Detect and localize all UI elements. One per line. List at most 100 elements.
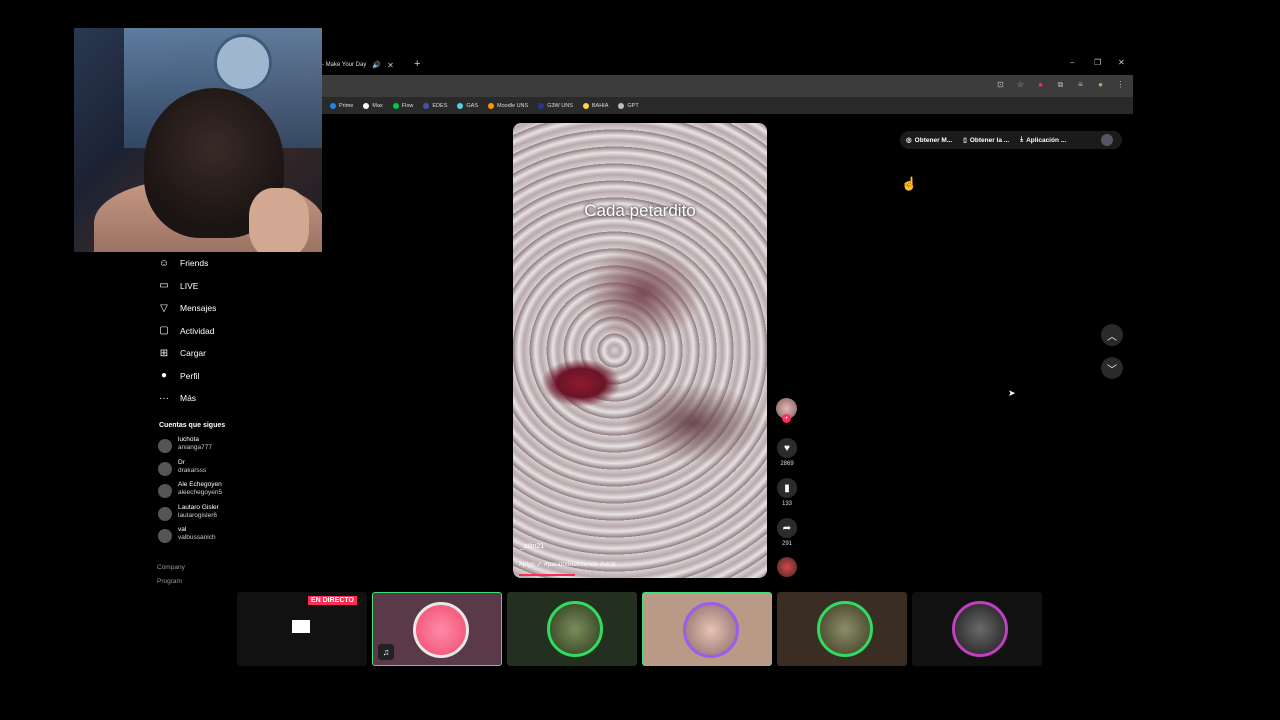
bookmark-label: Moodle UNS <box>497 102 529 109</box>
sidebar-item-live[interactable]: ▭ LIVE <box>158 275 318 298</box>
bookmark-favicon-icon <box>618 102 625 109</box>
bookmark-label: G3W UNS <box>547 102 573 109</box>
close-window-button[interactable]: ✕ <box>1118 58 1125 67</box>
desktop-app-label: Aplicación ... <box>1026 136 1067 144</box>
account-handle: lautarogisler6 <box>178 511 218 519</box>
save-action[interactable]: ▮ 133 <box>776 478 798 507</box>
extension-red-icon[interactable]: ● <box>1036 80 1045 89</box>
user-avatar[interactable] <box>1101 134 1113 146</box>
bookmark-label: Max <box>372 102 383 109</box>
followed-account[interactable]: val valbussanich <box>158 526 298 549</box>
share-icon[interactable]: ➦ <box>777 518 797 538</box>
new-tab-button[interactable]: + <box>414 58 420 70</box>
bookmark-label: GPT <box>627 102 639 109</box>
followed-account[interactable]: Dr drakarsss <box>158 459 298 482</box>
activity-icon: ▢ <box>159 325 169 337</box>
account-handle: anianga777 <box>178 444 212 451</box>
bookmark-item[interactable]: Flow <box>392 102 413 109</box>
bookmark-icon[interactable]: ▮ <box>777 478 797 498</box>
maximize-button[interactable]: ❐ <box>1094 58 1101 67</box>
bookmark-favicon-icon <box>363 102 370 109</box>
followed-account[interactable]: luchota anianga777 <box>158 436 298 459</box>
bookmark-item[interactable]: Prime <box>330 102 353 109</box>
install-icon[interactable]: ⊡ <box>996 80 1005 89</box>
bookmark-item[interactable]: G3W UNS <box>538 102 573 109</box>
sidebar-item-friends[interactable]: ☺ Friends <box>158 252 318 275</box>
tray-avatar-5 <box>912 592 1042 666</box>
following-heading: Cuentas que sigues <box>159 422 226 429</box>
bookmark-favicon-icon <box>457 102 464 109</box>
bookmark-favicon-icon <box>582 102 589 109</box>
avatar <box>158 529 172 543</box>
sidebar-item-cargar[interactable]: ⊞ Cargar <box>158 342 318 365</box>
account-name: Dr <box>178 458 185 466</box>
sidebar-item-actividad[interactable]: ▢ Actividad <box>158 320 318 343</box>
get-coins-label: Obtener M... <box>914 136 953 144</box>
like-action[interactable]: ♥ 2869 <box>776 438 798 467</box>
bookmark-item[interactable]: BAHIA <box>582 102 609 109</box>
avatar-face-2 <box>547 601 603 657</box>
bookmark-favicon-icon <box>423 102 430 109</box>
bookmark-item[interactable]: Moodle UNS <box>488 102 529 109</box>
follow-plus-icon[interactable]: + <box>782 414 791 423</box>
footer-link-company[interactable]: Company <box>157 564 185 571</box>
sidebar-item-mensajes[interactable]: ▽ Mensajes <box>158 297 318 320</box>
sidebar-item-más[interactable]: ··· Más <box>158 387 318 410</box>
sidebar-item-perfil[interactable]: ● Perfil <box>158 365 318 388</box>
sidebar-item-label: Friends <box>180 258 209 269</box>
heart-icon[interactable]: ♥ <box>777 438 797 458</box>
address-bar[interactable]: ⊡ ☆ ● ⧉ ≡ ● ⋮ <box>322 75 1133 97</box>
webcam-overlay <box>74 28 322 252</box>
save-count: 133 <box>781 501 792 507</box>
get-app-button[interactable]: ▯ Obtener la ... <box>963 136 1009 145</box>
tray-avatar-3 <box>642 592 772 666</box>
bookmark-favicon-icon <box>538 102 545 109</box>
profile-icon: ● <box>160 370 168 382</box>
music-disc-icon[interactable] <box>777 557 797 577</box>
avatar-face-1 <box>413 602 469 658</box>
download-icon: ⤓ <box>1020 136 1024 143</box>
bookmark-item[interactable]: GPT <box>618 102 639 109</box>
bookmark-item[interactable]: EDES <box>423 102 448 109</box>
tray-avatar-2 <box>507 592 637 666</box>
tab-close-icon[interactable]: ✕ <box>387 61 394 70</box>
video-player[interactable]: Cada petardito _ailin21 #pfyp ✓ #paratod… <box>513 123 767 578</box>
bookmark-item[interactable]: Max <box>363 102 383 109</box>
live-badge: EN DIRECTO <box>307 596 357 605</box>
account-name: Ale Echegoyen <box>178 481 222 488</box>
avatar <box>158 439 172 453</box>
menu-icon[interactable]: ⋮ <box>1116 80 1125 89</box>
following-list: luchota anianga777 Dr drakarsss Ale Echegoye… <box>158 436 298 549</box>
creator-avatar[interactable]: + <box>776 398 797 423</box>
video-hashtags[interactable]: #pfyp ✓ #paratodoelmundo #viral <box>519 560 616 568</box>
followed-account[interactable]: Lautaro Gisler lautarogisler6 <box>158 504 298 527</box>
footer-link-program[interactable]: Program <box>157 578 182 585</box>
bookmark-star-icon[interactable]: ☆ <box>1016 80 1025 89</box>
tray-avatar-4 <box>777 592 907 666</box>
bookmark-label: BAHIA <box>591 102 609 109</box>
media-icon[interactable]: ≡ <box>1076 80 1085 89</box>
next-video-button[interactable]: ﹀ <box>1101 357 1123 379</box>
get-coins-button[interactable]: ◎ Obtener M... <box>906 136 953 145</box>
account-name: Lautaro Gisler <box>178 503 219 511</box>
extensions-icon[interactable]: ⧉ <box>1056 80 1065 89</box>
tray-avatar-1: ♫ <box>372 592 502 666</box>
coin-icon: ◎ <box>906 137 912 144</box>
bookmark-label: EDES <box>432 102 448 109</box>
headset-icon: ♫ <box>378 644 394 660</box>
bookmark-item[interactable]: GAS <box>457 102 478 109</box>
previous-video-button[interactable]: ︿ <box>1101 324 1123 346</box>
chevron-up-icon: ︿ <box>1107 331 1117 343</box>
minimize-button[interactable]: – <box>1070 58 1074 67</box>
share-count: 291 <box>781 541 792 547</box>
desktop-app-button[interactable]: ⤓ Aplicación ... <box>1020 136 1066 144</box>
video-progress-bar[interactable] <box>519 574 575 576</box>
followed-account[interactable]: Ale Echegoyen aleechegoyen5 <box>158 481 298 504</box>
share-action[interactable]: ➦ 291 <box>776 518 798 547</box>
tab-audio-icon[interactable]: 🔊 <box>372 61 381 69</box>
browser-tab[interactable]: - Make Your Day 🔊 ✕ <box>322 55 410 75</box>
video-username[interactable]: _ailin21 <box>520 543 544 550</box>
hand-cursor-icon: ☝ <box>901 176 918 191</box>
profile-avatar-icon[interactable]: ● <box>1096 80 1105 89</box>
messages-icon: ▽ <box>160 302 168 314</box>
